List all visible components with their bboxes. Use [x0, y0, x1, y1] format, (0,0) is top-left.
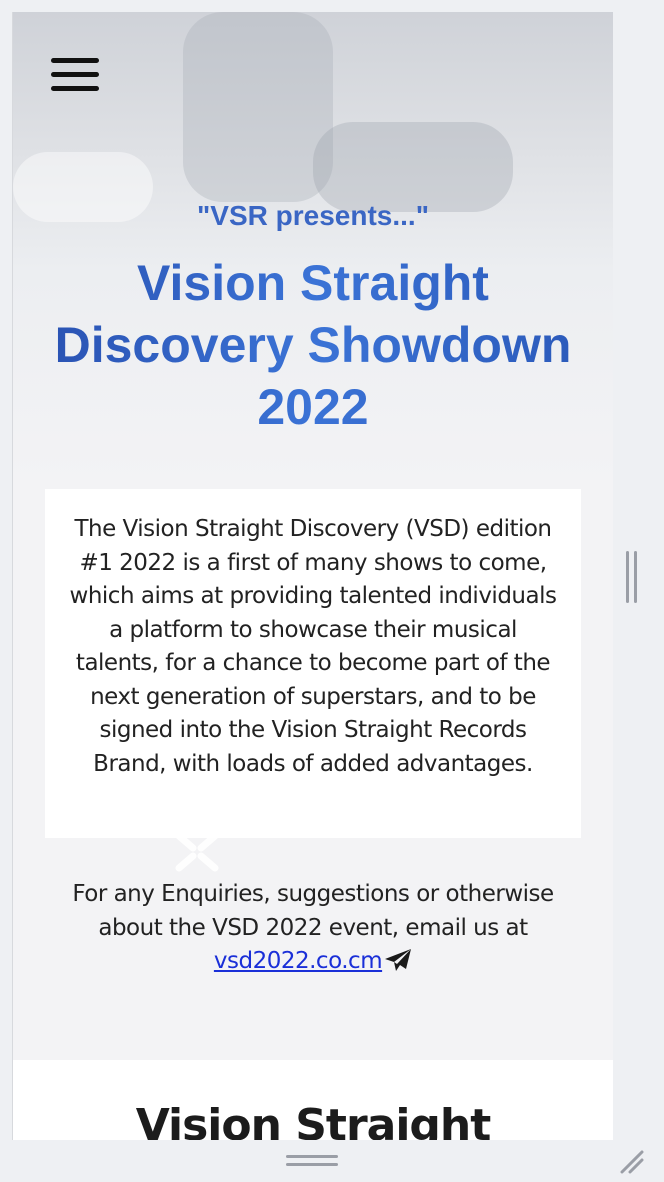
- hero-photo-shape: [183, 12, 333, 202]
- description-card: The Vision Straight Discovery (VSD) edit…: [45, 489, 581, 838]
- paper-plane-icon[interactable]: [384, 948, 412, 972]
- presents-label: "VSR presents...": [197, 200, 429, 231]
- hero-photo-shape: [313, 122, 513, 212]
- title-line: 2022: [257, 379, 369, 435]
- page-title: Vision Straight Discovery Showdown 2022: [23, 252, 603, 438]
- title-line: Vision Straight: [137, 255, 489, 311]
- enquiry-section: For any Enquiries, suggestions or otherw…: [43, 878, 583, 979]
- email-link[interactable]: vsd2022.co.cm: [214, 948, 383, 974]
- bottom-drag-handle[interactable]: [286, 1155, 338, 1169]
- description-text: The Vision Straight Discovery (VSD) edit…: [69, 516, 557, 777]
- resize-grip-icon[interactable]: [618, 1148, 646, 1174]
- title-line: Discovery Showdown: [54, 317, 572, 373]
- section-heading: Vision Straight: [135, 1100, 492, 1140]
- side-drag-handle[interactable]: [626, 551, 638, 603]
- enquiry-text: For any Enquiries, suggestions or otherw…: [72, 881, 554, 941]
- chevron-decoration-icon: [175, 832, 219, 872]
- hamburger-menu-icon[interactable]: [51, 56, 99, 94]
- page-viewport[interactable]: "VSR presents..." Vision Straight Discov…: [12, 12, 613, 1140]
